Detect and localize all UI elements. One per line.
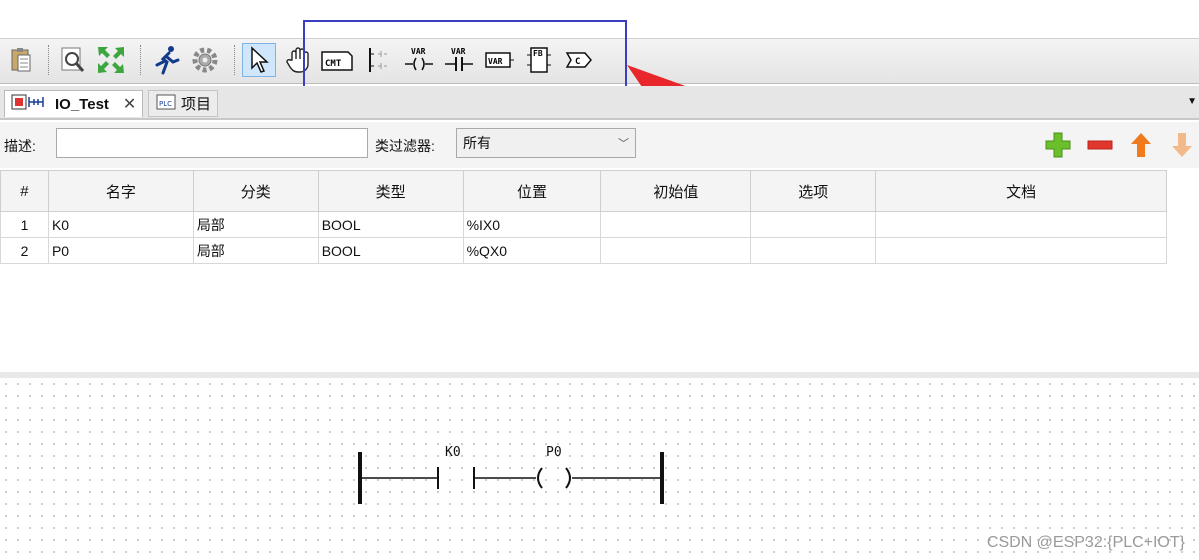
description-input[interactable] [56, 128, 368, 158]
cell-number[interactable]: 1 [0, 211, 49, 238]
variables-table: # 名字 分类 类型 位置 初始值 选项 文档 1 K0 局部 BOOL %IX… [0, 170, 1167, 264]
coil-p0-label: P0 [546, 445, 562, 460]
zoom-icon[interactable] [56, 43, 90, 77]
column-header-option[interactable]: 选项 [750, 170, 877, 212]
move-down-icon[interactable] [1167, 130, 1197, 160]
cell-documentation[interactable] [875, 237, 1167, 264]
select-pointer-icon[interactable] [242, 43, 276, 77]
column-header-type[interactable]: 类型 [317, 170, 464, 212]
column-header-number[interactable]: # [0, 170, 49, 212]
table-row[interactable]: 2 P0 局部 BOOL %QX0 [0, 237, 1167, 264]
variable-filter-bar: 描述: 类过滤器: 所有 ﹀ [0, 122, 1199, 168]
settings-gear-icon[interactable] [188, 43, 222, 77]
cell-type[interactable]: BOOL [317, 237, 464, 264]
run-icon[interactable] [150, 43, 184, 77]
column-header-documentation[interactable]: 文档 [875, 170, 1167, 212]
plc-project-icon: PLC [155, 93, 177, 115]
ladder-rung [358, 452, 664, 504]
add-icon[interactable] [1043, 130, 1073, 160]
table-header-row: # 名字 分类 类型 位置 初始值 选项 文档 [0, 170, 1167, 212]
annotation-highlight-box [303, 20, 627, 90]
cell-class[interactable]: 局部 [192, 237, 319, 264]
contact-k0-label: K0 [445, 445, 461, 460]
cell-class[interactable]: 局部 [192, 211, 319, 238]
fit-screen-icon[interactable] [94, 43, 128, 77]
class-filter-label: 类过滤器: [375, 138, 435, 154]
svg-text:PLC: PLC [159, 100, 172, 108]
remove-icon[interactable] [1085, 130, 1115, 160]
cell-option[interactable] [750, 211, 877, 238]
chevron-down-icon: ﹀ [618, 138, 629, 150]
column-header-class[interactable]: 分类 [192, 170, 319, 212]
coil-p0-left[interactable] [537, 467, 543, 489]
move-up-icon[interactable] [1126, 130, 1156, 160]
cell-type[interactable]: BOOL [317, 211, 464, 238]
table-row[interactable]: 1 K0 局部 BOOL %IX0 [0, 211, 1167, 238]
cell-documentation[interactable] [875, 211, 1167, 238]
column-header-name[interactable]: 名字 [47, 170, 194, 212]
class-filter-value: 所有 [463, 135, 491, 151]
cell-number[interactable]: 2 [0, 237, 49, 264]
cell-initial-value[interactable] [600, 237, 752, 264]
ladder-program-icon [11, 93, 51, 115]
tab-project[interactable]: PLC 项目 [148, 90, 219, 117]
column-header-location[interactable]: 位置 [462, 170, 602, 212]
cell-option[interactable] [750, 237, 877, 264]
tab-io-test-label: IO_Test [55, 95, 109, 113]
ladder-editor-canvas[interactable]: K0 P0 [0, 378, 1199, 560]
cell-location[interactable]: %QX0 [462, 237, 602, 264]
cell-location[interactable]: %IX0 [462, 211, 602, 238]
description-label: 描述: [4, 138, 36, 154]
paste-icon[interactable] [4, 43, 38, 77]
tab-io-test[interactable]: IO_Test ✕ [4, 90, 144, 117]
column-header-initial-value[interactable]: 初始值 [600, 170, 752, 212]
coil-p0-right[interactable] [565, 467, 571, 489]
cell-initial-value[interactable] [600, 211, 752, 238]
tab-project-label: 项目 [181, 96, 212, 113]
tab-menu-arrow-icon[interactable]: ▼ [1187, 96, 1197, 107]
editor-tab-bar: IO_Test ✕ PLC 项目 ▼ [0, 86, 1199, 120]
class-filter-select[interactable]: 所有 ﹀ [456, 128, 636, 158]
cell-name[interactable]: P0 [47, 237, 194, 264]
close-icon[interactable]: ✕ [123, 94, 136, 114]
cell-name[interactable]: K0 [47, 211, 194, 238]
watermark: CSDN @ESP32:{PLC+IOT} [986, 534, 1185, 551]
